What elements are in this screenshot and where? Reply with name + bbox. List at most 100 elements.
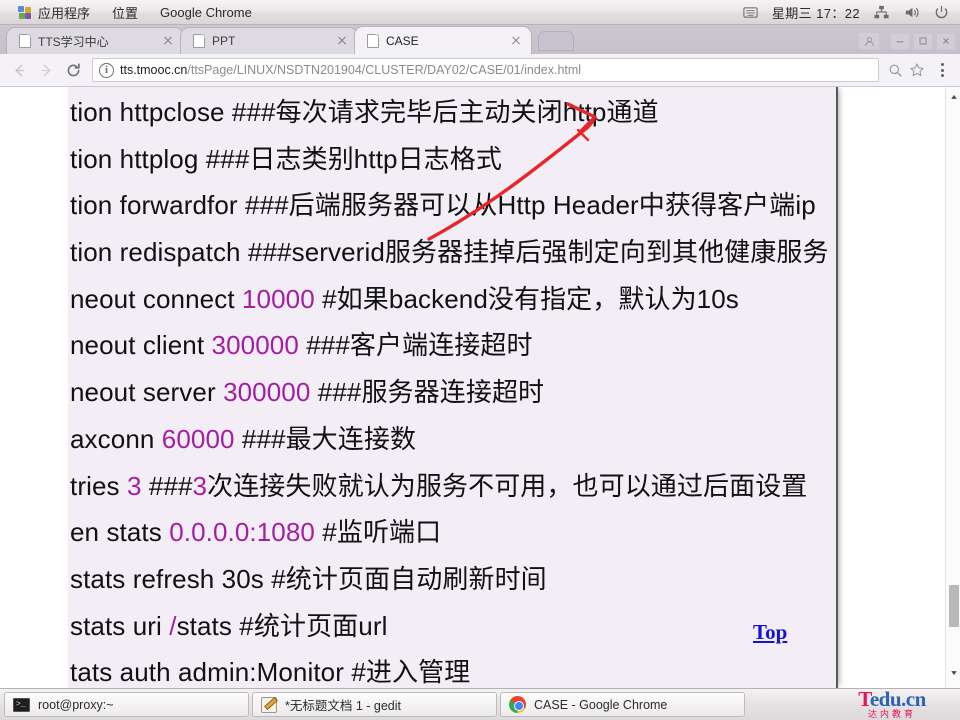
config-text: ###最大连接数	[234, 423, 417, 454]
config-value: 300000	[223, 377, 311, 408]
url-text: tts.tmooc.cn/ttsPage/LINUX/NSDTN201904/C…	[120, 63, 581, 77]
config-text: tries	[70, 470, 127, 501]
terminal-icon: >_	[13, 697, 30, 712]
config-value: 3	[192, 470, 208, 501]
bookmark-star-icon[interactable]	[906, 59, 928, 81]
config-text: tats auth admin:Monitor #进入管理	[70, 657, 471, 688]
config-line: en stats 0.0.0.0:1080 #监听端口	[68, 509, 836, 556]
tedu-logo: Tedu.cn 达内教育	[832, 687, 952, 720]
tab-title: PPT	[212, 34, 236, 48]
tab-close-icon[interactable]	[161, 34, 175, 48]
scroll-down-arrow-icon[interactable]	[946, 665, 960, 680]
new-tab-button[interactable]	[538, 31, 574, 51]
address-bar[interactable]: i tts.tmooc.cn/ttsPage/LINUX/NSDTN201904…	[92, 58, 879, 82]
config-text: stats #统计页面url	[176, 610, 388, 641]
taskbar-item-label: *无标题文档 1 - gedit	[285, 699, 402, 713]
network-icon[interactable]	[873, 4, 890, 21]
window-controls	[858, 32, 956, 50]
clock[interactable]: 星期三 17：22	[772, 3, 860, 22]
three-dot-menu-icon[interactable]	[930, 57, 954, 83]
config-line: axconn 60000 ###最大连接数	[68, 416, 836, 463]
tab-close-icon[interactable]	[509, 34, 523, 48]
maximize-button[interactable]	[913, 32, 933, 50]
system-tray: 星期三 17：22	[742, 3, 960, 22]
config-line: tion redispatch ###serverid服务器挂掉后强制定向到其他…	[68, 229, 836, 276]
tedu-logo-subtitle: 达内教育	[867, 709, 916, 719]
config-line: stats refresh 30s #统计页面自动刷新时间	[68, 556, 836, 603]
config-text: ###	[141, 470, 193, 501]
menu-places-label: 位置	[112, 5, 139, 21]
page-favicon-icon	[367, 33, 379, 48]
scroll-up-arrow-icon[interactable]	[946, 89, 960, 104]
config-line: tion forwardfor ###后端服务器可以从Http Header中获…	[68, 182, 836, 229]
haproxy-config-content: tion httpclose ###每次请求完毕后主动关闭http通道 tion …	[68, 87, 838, 688]
top-anchor-link[interactable]: Top	[753, 620, 787, 645]
config-value: 0.0.0.0:1080	[169, 517, 315, 548]
zoom-icon[interactable]	[884, 59, 906, 81]
taskbar-item-label: root@proxy:~	[38, 697, 114, 712]
url-host: tts.tmooc.cn	[120, 63, 188, 77]
page-favicon-icon	[193, 34, 205, 48]
config-text: neout server	[70, 377, 224, 408]
config-line: tion httpclose ###每次请求完毕后主动关闭http通道	[68, 89, 836, 136]
back-arrow-icon[interactable]	[6, 57, 33, 84]
config-value: 3	[126, 470, 142, 501]
tab-case[interactable]: CASE	[354, 26, 532, 54]
panel-menu-group: 应用程序 位置 Google Chrome	[0, 2, 262, 23]
gnome-top-panel: 应用程序 位置 Google Chrome 星期三 17：22	[0, 0, 960, 25]
config-text: stats refresh 30s #统计页面自动刷新时间	[70, 563, 547, 594]
gedit-icon	[261, 696, 277, 713]
site-info-icon[interactable]: i	[99, 62, 114, 78]
config-line: stats uri /stats #统计页面url	[68, 603, 836, 650]
config-text: neout connect	[70, 283, 242, 314]
window-list-taskbar: >_ root@proxy:~ *无标题文档 1 - gedit CASE - …	[0, 688, 960, 720]
tab-tts[interactable]: TTS学习中心	[6, 27, 184, 54]
config-text: tion forwardfor ###后端服务器可以从Http Header中获…	[70, 190, 816, 221]
config-text: axconn	[70, 423, 162, 454]
keyboard-indicator-icon[interactable]	[742, 4, 759, 21]
config-value: 10000	[241, 283, 315, 314]
config-text: tion httpclose ###每次请求完毕后主动关闭http通道	[70, 97, 659, 127]
config-line: neout client 300000 ###客户端连接超时	[68, 322, 836, 369]
minimize-button[interactable]	[890, 32, 910, 50]
config-text: #如果backend没有指定，默认为10s	[314, 283, 739, 314]
taskbar-item-terminal[interactable]: >_ root@proxy:~	[4, 692, 249, 717]
url-path: /ttsPage/LINUX/NSDTN201904/CLUSTER/DAY02…	[187, 63, 582, 77]
reload-icon[interactable]	[60, 57, 87, 84]
taskbar-item-gedit[interactable]: *无标题文档 1 - gedit	[252, 692, 497, 717]
config-text: tion httplog ###日志类别http日志格式	[70, 143, 502, 174]
tab-title: CASE	[386, 33, 419, 48]
page-viewport: tion httpclose ###每次请求完毕后主动关闭http通道 tion …	[0, 87, 960, 688]
tab-strip: TTS学习中心 PPT CASE	[0, 25, 960, 54]
forward-arrow-icon[interactable]	[33, 57, 60, 84]
close-button[interactable]	[936, 32, 956, 50]
applications-grid-icon	[18, 5, 32, 19]
power-icon[interactable]	[933, 4, 950, 21]
config-line: neout connect 10000 #如果backend没有指定，默认为10…	[68, 276, 836, 323]
browser-toolbar: i tts.tmooc.cn/ttsPage/LINUX/NSDTN201904…	[0, 54, 960, 87]
config-text: stats uri	[70, 610, 170, 641]
config-text: tion redispatch ###serverid服务器挂掉后强制定向到其他…	[70, 237, 829, 268]
chrome-window: TTS学习中心 PPT CASE i tts.tmooc.cn/ttsPage/…	[0, 25, 960, 688]
config-text: ###服务器连接超时	[310, 377, 545, 408]
config-text: neout client	[70, 330, 212, 361]
chrome-icon	[509, 696, 526, 713]
config-line: neout server 300000 ###服务器连接超时	[68, 369, 836, 416]
menu-places[interactable]: 位置	[102, 2, 148, 23]
active-app-name[interactable]: Google Chrome	[150, 2, 262, 23]
config-text: #监听端口	[314, 517, 442, 548]
scrollbar-thumb[interactable]	[949, 585, 959, 627]
config-text: ###客户端连接超时	[298, 330, 533, 361]
menu-applications[interactable]: 应用程序	[8, 2, 100, 23]
config-value: /	[169, 610, 177, 641]
tab-close-icon[interactable]	[335, 34, 349, 48]
taskbar-item-chrome[interactable]: CASE - Google Chrome	[500, 692, 745, 717]
tedu-logo-wordmark: Tedu.cn	[858, 687, 926, 711]
tedu-logo-edu: edu.cn	[869, 687, 926, 711]
page-scrollbar[interactable]	[945, 87, 960, 688]
volume-icon[interactable]	[903, 4, 920, 21]
tab-ppt[interactable]: PPT	[180, 27, 358, 54]
config-text: 次连接失败就认为服务不可用，也可以通过后面设置	[207, 470, 808, 501]
config-value: 60000	[161, 423, 235, 454]
profile-icon[interactable]	[858, 32, 880, 50]
